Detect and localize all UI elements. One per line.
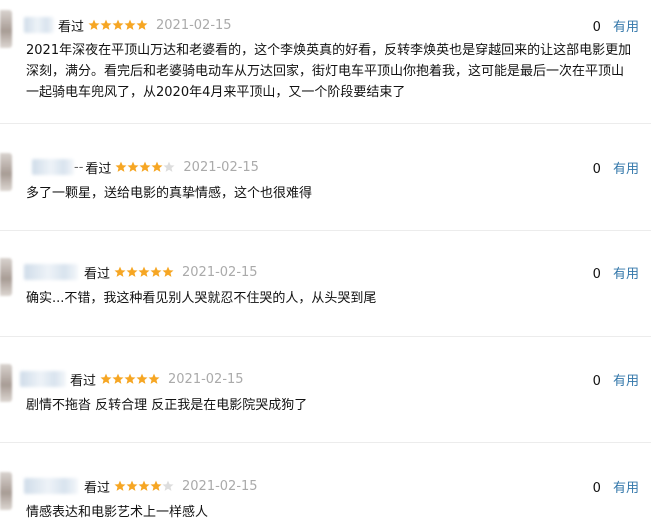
username-link[interactable] [24, 17, 54, 33]
comment-meta: 看过 2021-02-15 [82, 477, 258, 496]
useful-button[interactable]: 有用 [613, 267, 639, 282]
comment-text: 剧情不拖沓 反转合理 反正我是在电影院哭成狗了 [26, 398, 308, 413]
comment-date: 2021-02-15 [182, 478, 258, 494]
star-icon [150, 266, 162, 278]
comment-date: 2021-02-15 [182, 264, 258, 280]
vote-area: 0 有用 [593, 158, 639, 177]
comment-meta: 看过 2021-02-15 [56, 16, 232, 35]
username-suffix: -- [74, 159, 84, 175]
useful-button[interactable]: 有用 [613, 20, 639, 35]
star-icon [139, 161, 151, 173]
rating-stars [114, 480, 174, 492]
avatar[interactable] [0, 258, 12, 296]
username-link[interactable] [20, 371, 66, 387]
username-link[interactable] [32, 159, 74, 175]
comment-meta: -- 看过 2021-02-15 [74, 158, 259, 177]
star-icon [127, 161, 139, 173]
comment-meta: 看过 2021-02-15 [68, 370, 244, 389]
useful-button[interactable]: 有用 [613, 162, 639, 177]
comment-item: 看过 2021-02-15 0 有用 情感表达和电影艺术上一样感人 [0, 442, 651, 521]
avatar[interactable] [0, 472, 12, 510]
star-icon [136, 373, 148, 385]
comment-item: 看过 2021-02-15 0 有用 2021年深夜在平顶山万达和老婆看的，这个… [0, 0, 651, 124]
rating-stars [88, 19, 148, 31]
vote-count: 0 [592, 374, 601, 389]
useful-button[interactable]: 有用 [613, 374, 639, 389]
comment-date: 2021-02-15 [168, 371, 244, 387]
star-icon [114, 480, 126, 492]
comment-item: 看过 2021-02-15 0 有用 剧情不拖沓 反转合理 反正我是在电影院哭成… [0, 336, 651, 443]
rating-stars [115, 161, 175, 173]
comment-item: -- 看过 2021-02-15 0 有用 多了一颗星，送给电影的真挚情感，这个… [0, 123, 651, 231]
avatar[interactable] [0, 364, 12, 402]
watched-label: 看过 [84, 480, 111, 496]
star-icon [148, 373, 160, 385]
star-icon [88, 19, 100, 31]
star-icon [136, 19, 148, 31]
star-icon [150, 480, 162, 492]
star-icon [126, 480, 138, 492]
star-icon [162, 266, 174, 278]
username-link[interactable] [24, 264, 78, 280]
star-icon [112, 19, 124, 31]
star-icon [138, 480, 150, 492]
comment-date: 2021-02-15 [156, 17, 232, 33]
vote-count: 0 [592, 267, 601, 282]
vote-area: 0 有用 [593, 16, 639, 35]
watched-label: 看过 [84, 266, 111, 282]
watched-label: 看过 [58, 19, 85, 35]
star-icon [162, 480, 174, 492]
star-icon [100, 19, 112, 31]
watched-label: 看过 [70, 373, 97, 389]
star-icon [124, 19, 136, 31]
comment-meta: 看过 2021-02-15 [82, 263, 258, 282]
vote-count: 0 [592, 20, 601, 35]
avatar[interactable] [0, 10, 12, 48]
useful-button[interactable]: 有用 [613, 481, 639, 496]
star-icon [163, 161, 175, 173]
vote-count: 0 [592, 481, 601, 496]
vote-area: 0 有用 [593, 263, 639, 282]
vote-area: 0 有用 [593, 477, 639, 496]
comment-text: 情感表达和电影艺术上一样感人 [26, 505, 209, 520]
comment-date: 2021-02-15 [183, 159, 259, 175]
rating-stars [114, 266, 174, 278]
comment-text: 多了一颗星，送给电影的真挚情感，这个也很难得 [26, 186, 313, 201]
username-link[interactable] [24, 478, 78, 494]
watched-label: 看过 [85, 161, 112, 177]
rating-stars [100, 373, 160, 385]
star-icon [100, 373, 112, 385]
star-icon [138, 266, 150, 278]
avatar[interactable] [0, 153, 12, 191]
star-icon [115, 161, 127, 173]
star-icon [112, 373, 124, 385]
vote-area: 0 有用 [593, 370, 639, 389]
star-icon [126, 266, 138, 278]
vote-count: 0 [592, 162, 601, 177]
star-icon [151, 161, 163, 173]
comment-text: 确实...不错，我这种看见别人哭就忍不住哭的人，从头哭到尾 [26, 291, 377, 306]
star-icon [114, 266, 126, 278]
comment-text: 2021年深夜在平顶山万达和老婆看的，这个李焕英真的好看，反转李焕英也是穿越回来… [26, 43, 632, 100]
comment-item: 看过 2021-02-15 0 有用 确实...不错，我这种看见别人哭就忍不住哭… [0, 230, 651, 337]
star-icon [124, 373, 136, 385]
